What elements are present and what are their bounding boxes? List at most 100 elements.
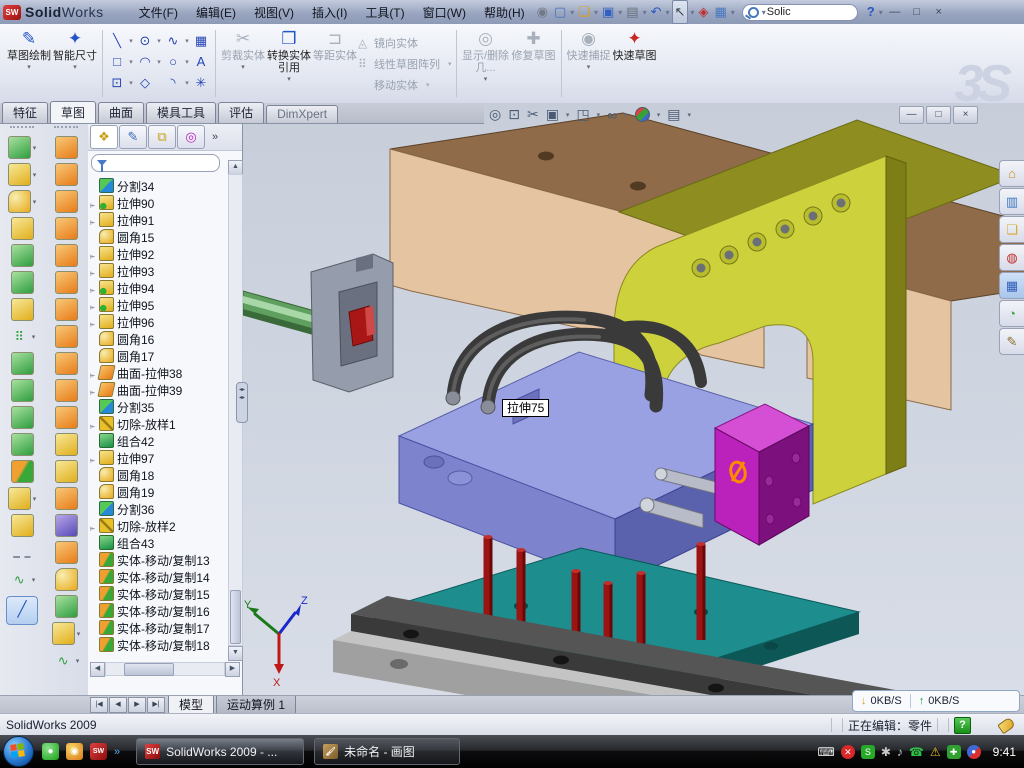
untrim-surface-icon[interactable] bbox=[55, 514, 78, 537]
plane-icon[interactable] bbox=[11, 514, 34, 537]
dropdown-arrow-icon[interactable]: ▾ bbox=[52, 62, 98, 74]
knit-surface-icon[interactable] bbox=[55, 541, 78, 564]
surface-refgeo-icon[interactable] bbox=[52, 622, 75, 645]
resources-icon[interactable]: ▥ bbox=[999, 188, 1024, 215]
intersect-icon[interactable] bbox=[11, 433, 34, 456]
property-manager-tab-icon[interactable]: ✎ bbox=[119, 125, 147, 149]
pin-icon[interactable]: ◉ bbox=[534, 1, 551, 23]
smart-dimension-button[interactable]: ✦ 智能尺寸 ▾ bbox=[52, 28, 98, 103]
surface-fillet-icon[interactable] bbox=[55, 568, 78, 591]
next-tab-button[interactable]: ▶ bbox=[128, 697, 146, 713]
scroll-thumb[interactable] bbox=[230, 590, 241, 644]
scroll-down-button[interactable]: ▼ bbox=[228, 646, 243, 661]
tree-item[interactable]: 圆角18 bbox=[90, 467, 228, 484]
tree-item[interactable]: 拉伸93 bbox=[90, 263, 228, 280]
rectangle-tool-icon[interactable]: □ bbox=[113, 54, 121, 69]
appearances-icon[interactable]: ◔ bbox=[999, 300, 1024, 327]
tab-evaluate[interactable]: 评估 bbox=[218, 102, 264, 123]
sketch-button[interactable]: ✎ 草图绘制 ▾ bbox=[6, 28, 52, 103]
home-icon[interactable]: ⌂ bbox=[999, 160, 1024, 187]
panel-splitter-handle[interactable]: ◂▸◂▸ bbox=[236, 382, 248, 423]
view-orientation-icon[interactable]: ▣ bbox=[546, 106, 559, 123]
revolved-surface-icon[interactable] bbox=[55, 163, 78, 186]
point-tool-icon[interactable]: ✳ bbox=[196, 75, 207, 91]
reference-geometry-icon[interactable] bbox=[8, 487, 31, 510]
graphics-viewport[interactable]: Y Z X ◎ ⊡ ✂ ▣▾ ◳▾ ∞▾ ▾ ▤▾ — □ × ⌂ ▥ ❏ ◍ … bbox=[242, 103, 1024, 695]
search-box[interactable]: ▾ Solic bbox=[742, 4, 858, 21]
restore-button[interactable]: □ bbox=[907, 5, 927, 20]
tree-item[interactable]: 分割34 bbox=[90, 178, 228, 195]
tree-item[interactable]: 曲面-拉伸38 bbox=[90, 365, 228, 382]
selection-box-icon[interactable]: ▦ bbox=[195, 33, 207, 49]
undo-icon[interactable]: ↶ bbox=[648, 1, 665, 23]
shell-icon[interactable] bbox=[11, 271, 34, 294]
radiate-surface-icon[interactable] bbox=[55, 352, 78, 375]
delete-face-icon[interactable] bbox=[55, 406, 78, 429]
tree-item[interactable]: 拉伸96 bbox=[90, 314, 228, 331]
swept-surface-icon[interactable] bbox=[55, 190, 78, 213]
file-explorer-icon[interactable]: ▦ bbox=[999, 272, 1024, 299]
hide-show-items-icon[interactable]: ∞ bbox=[607, 107, 617, 123]
scene-icon[interactable]: ▤ bbox=[667, 106, 680, 123]
start-button[interactable] bbox=[3, 736, 34, 767]
menu-file[interactable]: 文件(F) bbox=[130, 1, 187, 24]
tree-item[interactable]: 分割35 bbox=[90, 399, 228, 416]
network-warning-icon[interactable]: ⚠ bbox=[930, 744, 941, 760]
tab-dimxpert[interactable]: DimXpert bbox=[266, 105, 338, 123]
scroll-thumb[interactable] bbox=[124, 663, 174, 676]
convert-entities-button[interactable]: ❒ 转换实体引用 ▾ bbox=[266, 28, 312, 103]
extrude-cut-icon[interactable] bbox=[8, 163, 31, 186]
tree-item[interactable]: 圆角17 bbox=[90, 348, 228, 365]
tree-item[interactable]: 实体-移动/复制13 bbox=[90, 552, 228, 569]
doc-close-button[interactable]: × bbox=[953, 106, 978, 124]
security-alert-icon[interactable]: ✕ bbox=[841, 745, 855, 759]
circle-tool-icon[interactable]: ⊙ bbox=[140, 33, 151, 49]
combine-icon[interactable] bbox=[11, 379, 34, 402]
menu-insert[interactable]: 插入(I) bbox=[303, 1, 356, 24]
surface-curve-icon[interactable]: ∿ bbox=[53, 650, 74, 671]
defender-shield-icon[interactable]: ✚ bbox=[947, 745, 961, 759]
custom-properties-icon[interactable]: ✎ bbox=[999, 328, 1024, 355]
tree-filter-box[interactable] bbox=[91, 154, 220, 172]
tree-item[interactable]: 实体-移动/复制14 bbox=[90, 569, 228, 586]
volume-icon[interactable]: ♪ bbox=[897, 744, 903, 760]
quick-tips-icon[interactable]: ? bbox=[954, 717, 971, 734]
slot-tool-icon[interactable]: ⊡ bbox=[112, 75, 123, 91]
input-keyboard-icon[interactable]: ⌨ bbox=[818, 744, 835, 760]
doc-restore-button[interactable]: □ bbox=[926, 106, 951, 124]
filled-surface-icon[interactable] bbox=[55, 271, 78, 294]
tree-item[interactable]: 圆角19 bbox=[90, 484, 228, 501]
chamfer-icon[interactable] bbox=[11, 217, 34, 240]
line-tool-icon[interactable]: ╲ bbox=[113, 33, 121, 49]
fillet-icon[interactable] bbox=[8, 190, 31, 213]
axis-icon[interactable] bbox=[12, 556, 32, 560]
tab-features[interactable]: 特征 bbox=[2, 102, 48, 123]
toolbar-grip[interactable] bbox=[10, 126, 34, 132]
extend-surface-icon[interactable] bbox=[55, 460, 78, 483]
media-quick-icon[interactable]: ◉ bbox=[66, 743, 83, 760]
tree-item[interactable]: 切除-放样1 bbox=[90, 416, 228, 433]
split-icon[interactable] bbox=[11, 406, 34, 429]
polygon-tool-icon[interactable]: ◇ bbox=[140, 75, 150, 91]
arc-tool-icon[interactable]: ◠ bbox=[139, 54, 150, 70]
tree-item[interactable]: 实体-移动/复制16 bbox=[90, 603, 228, 620]
section-view-icon[interactable]: ✂ bbox=[527, 106, 539, 123]
curve-icon[interactable]: ∿ bbox=[9, 569, 30, 590]
tree-item[interactable]: 切除-放样2 bbox=[90, 518, 228, 535]
taskbar-button-solidworks[interactable]: SW SolidWorks 2009 - ... bbox=[136, 738, 304, 765]
solidworks-quick-icon[interactable]: SW bbox=[90, 743, 107, 760]
minimize-button[interactable]: — bbox=[885, 5, 905, 20]
extruded-surface-icon[interactable] bbox=[55, 136, 78, 159]
scroll-right-button[interactable]: ▶ bbox=[225, 662, 240, 677]
tree-item[interactable]: 圆角15 bbox=[90, 229, 228, 246]
scroll-left-button[interactable]: ◀ bbox=[90, 662, 105, 677]
motion-study-tab[interactable]: 运动算例 1 bbox=[216, 696, 296, 715]
tree-item[interactable]: 组合43 bbox=[90, 535, 228, 552]
boundary-surface-icon[interactable] bbox=[55, 244, 78, 267]
model-magenta-block[interactable] bbox=[715, 404, 809, 545]
appearance-icon[interactable] bbox=[635, 107, 650, 122]
model-canvas[interactable]: Y Z X bbox=[243, 103, 1024, 695]
sketch-fillet-icon[interactable]: ◝ bbox=[170, 75, 175, 91]
tree-item[interactable]: 圆角16 bbox=[90, 331, 228, 348]
panel-chevron-icon[interactable]: » bbox=[212, 131, 218, 143]
